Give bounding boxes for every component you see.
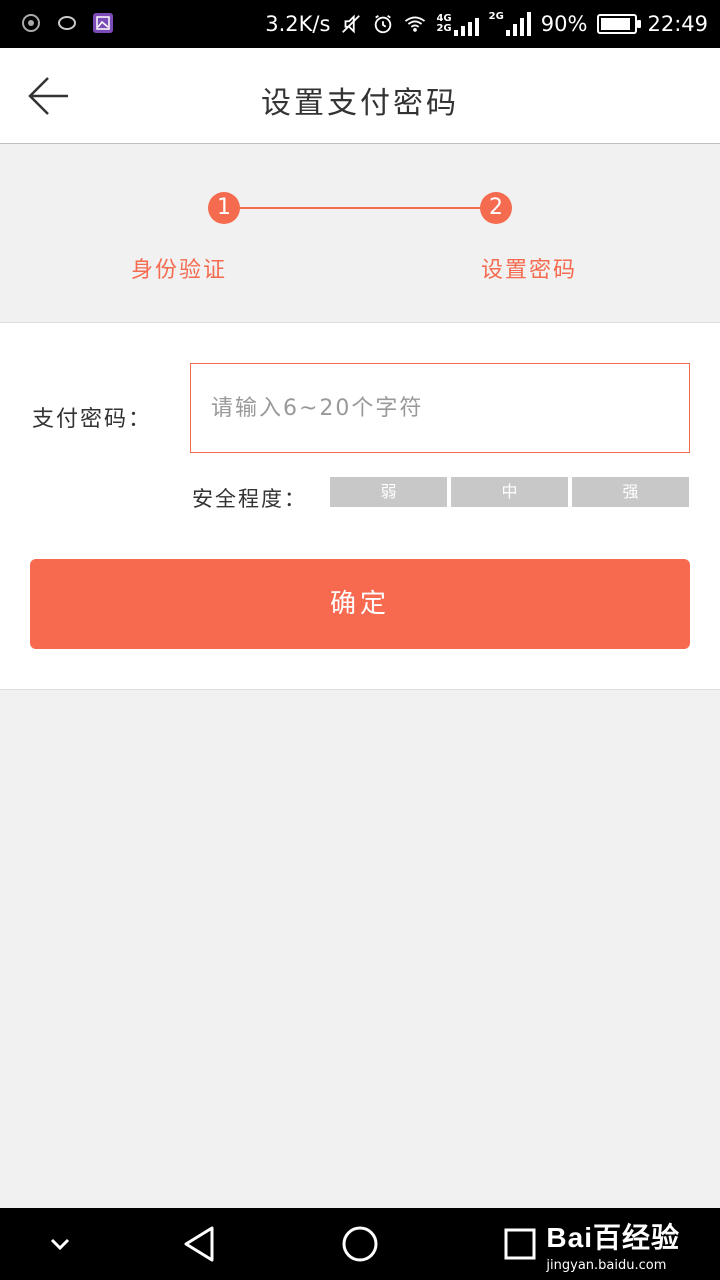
battery-percent: 90%: [540, 12, 588, 36]
strength-medium: 中: [451, 477, 568, 507]
status-bar: 3.2K/s 4G 2G 2G 90% 22:49: [0, 0, 720, 48]
step-2-label: 设置密码: [481, 258, 578, 283]
back-nav-button[interactable]: [180, 1224, 220, 1264]
clock: 22:49: [647, 12, 708, 36]
recents-nav-button[interactable]: [500, 1224, 540, 1264]
step-1-dot: 1: [208, 192, 240, 224]
network-type-2g: 2G: [488, 11, 504, 22]
password-form: 支付密码： 安全程度： 弱 中 强 确定: [0, 323, 720, 690]
chevron-down-icon: [50, 1238, 70, 1251]
app-bar: 设置支付密码: [0, 48, 720, 144]
step-connector: [224, 207, 496, 209]
strength-label: 安全程度：: [192, 487, 307, 511]
step-1-label: 身份验证: [131, 258, 228, 283]
circle-home-icon: [342, 1226, 378, 1262]
alarm-icon: [372, 13, 394, 35]
home-nav-button[interactable]: [340, 1224, 380, 1264]
chat-bubble-icon: [56, 12, 78, 34]
notification-app-icon: [20, 12, 42, 34]
baidu-watermark: Bai百经验 jingyan.baidu.com: [546, 1216, 680, 1273]
hide-nav-button[interactable]: [40, 1224, 80, 1264]
password-label: 支付密码：: [32, 407, 153, 432]
gallery-app-icon: [92, 12, 114, 34]
wifi-icon: [404, 13, 426, 35]
step-2-dot: 2: [480, 192, 512, 224]
strength-meter: 弱 中 强: [330, 477, 689, 507]
strength-strong: 强: [572, 477, 689, 507]
square-recents-icon: [504, 1228, 536, 1260]
page-title: 设置支付密码: [261, 86, 459, 121]
navigation-bar: Bai百经验 jingyan.baidu.com: [0, 1208, 720, 1280]
watermark-brand: Bai百经验: [546, 1222, 680, 1253]
mute-icon: [340, 13, 362, 35]
net-speed: 3.2K/s: [265, 12, 331, 36]
battery-icon: [597, 14, 642, 34]
password-input[interactable]: [190, 363, 690, 453]
confirm-button[interactable]: 确定: [30, 559, 690, 649]
signal-icon: [453, 12, 479, 36]
network-type: 4G 2G: [436, 13, 452, 34]
signal-icon-2: [505, 12, 531, 36]
triangle-back-icon: [184, 1226, 214, 1262]
watermark-url: jingyan.baidu.com: [546, 1258, 667, 1273]
step-indicator: 1 2 身份验证 设置密码: [0, 144, 720, 323]
strength-weak: 弱: [330, 477, 447, 507]
